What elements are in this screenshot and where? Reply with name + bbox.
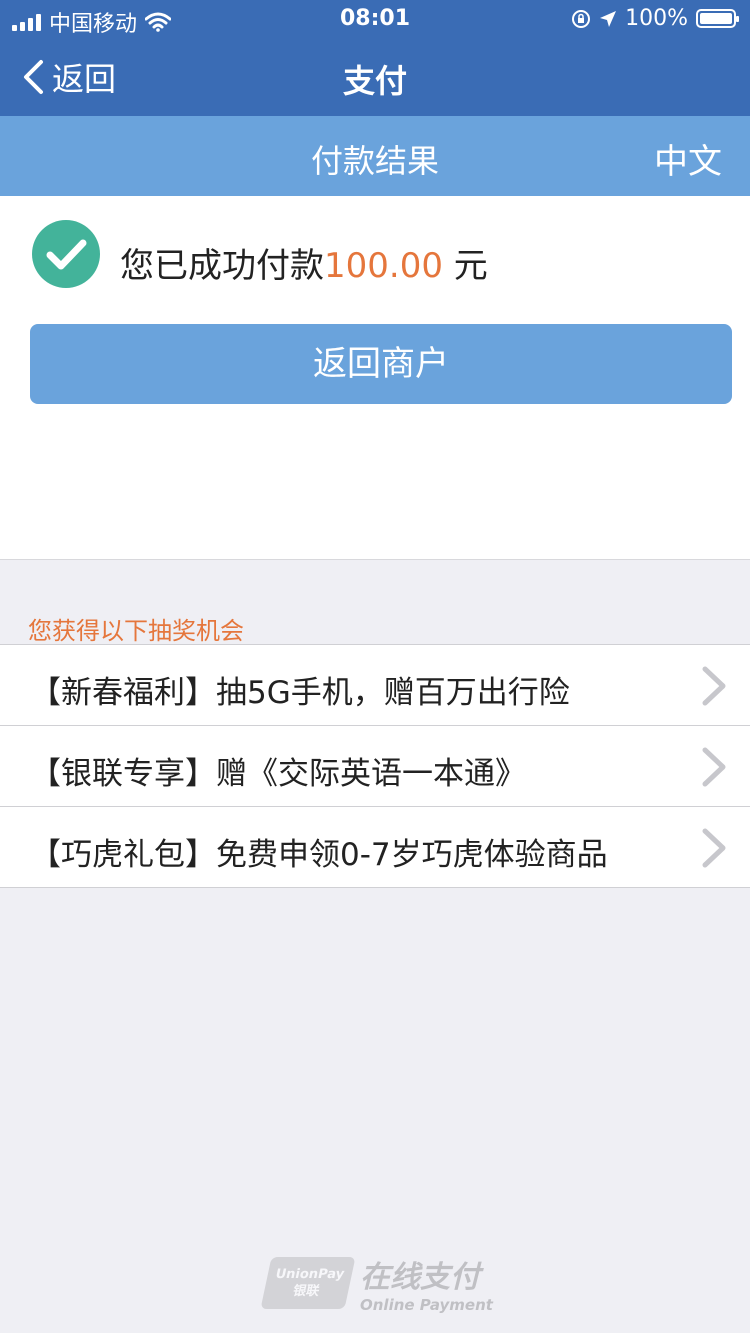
chevron-right-icon [702, 828, 726, 868]
lottery-item-label: 【新春福利】抽5G手机，赠百万出行险 [30, 675, 570, 711]
header: 中国移动 08:01 100% 返回 支付 [0, 0, 750, 116]
lottery-item-label: 【巧虎礼包】免费申领0-7岁巧虎体验商品 [30, 837, 608, 873]
result-prefix: 您已成功付款 [120, 246, 324, 286]
payment-result-card: 您已成功付款100.00 元 返回商户 [0, 196, 750, 560]
unionpay-online-logo: UnionPay 银联 在线支付 Online Payment [260, 1252, 493, 1314]
online-payment-cn: 在线支付 [360, 1260, 480, 1295]
battery-icon [696, 9, 739, 28]
unionpay-logo: UnionPay 银联 [260, 1257, 356, 1309]
return-to-merchant-button[interactable]: 返回商户 [30, 324, 732, 404]
lottery-item[interactable]: 【银联专享】赠《交际英语一本通》 [0, 726, 750, 807]
lottery-list: 【新春福利】抽5G手机，赠百万出行险 【银联专享】赠《交际英语一本通》 【巧虎礼… [0, 644, 750, 888]
status-bar: 中国移动 08:01 100% [0, 0, 750, 40]
success-check-icon [32, 220, 100, 288]
chevron-right-icon [702, 747, 726, 787]
online-payment-label: 在线支付 Online Payment [360, 1252, 493, 1314]
subheader: 付款结果 中文 [0, 116, 750, 196]
lottery-item-label: 【银联专享】赠《交际英语一本通》 [30, 756, 526, 792]
status-right: 100% [571, 6, 739, 31]
lottery-heading: 您获得以下抽奖机会 [28, 617, 244, 645]
payment-result-text: 您已成功付款100.00 元 [120, 238, 488, 287]
location-icon [600, 10, 617, 27]
language-switch[interactable]: 中文 [654, 134, 722, 183]
lottery-item[interactable]: 【巧虎礼包】免费申领0-7岁巧虎体验商品 [0, 807, 750, 888]
battery-fill [700, 13, 732, 24]
currency-unit: 元 [442, 246, 488, 286]
online-payment-en: Online Payment [360, 1296, 493, 1314]
page-title: 支付 [342, 62, 407, 100]
nav-bar: 返回 支付 [0, 40, 750, 116]
battery-percent: 100% [625, 6, 688, 31]
chevron-right-icon [702, 666, 726, 706]
rotation-lock-icon [572, 9, 591, 28]
lottery-item[interactable]: 【新春福利】抽5G手机，赠百万出行险 [0, 645, 750, 726]
payment-amount: 100.00 [324, 246, 443, 286]
section-title: 付款结果 [310, 142, 439, 180]
